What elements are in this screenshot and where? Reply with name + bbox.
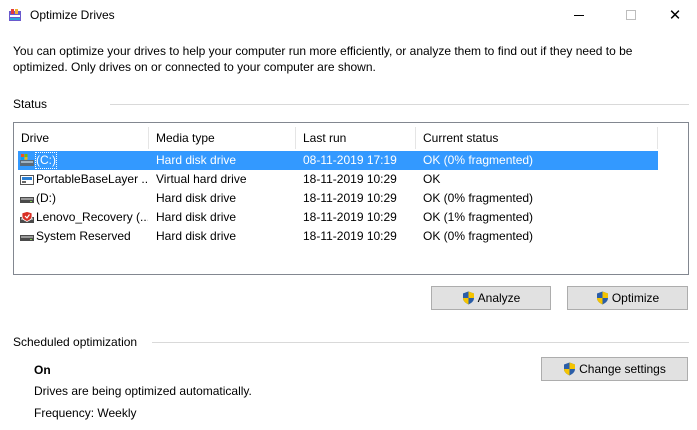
intro-text: You can optimize your drives to help you… (13, 44, 633, 74)
drive-row-system-reserved[interactable]: System Reserved Hard disk drive 18-11-20… (18, 227, 658, 246)
change-settings-button-label: Change settings (579, 362, 666, 376)
uac-shield-icon (462, 291, 474, 305)
analyze-button[interactable]: Analyze (431, 286, 551, 310)
drive-row-lenovo-recovery[interactable]: Lenovo_Recovery (... Hard disk drive 18-… (18, 208, 658, 227)
drive-list-header: Drive Media type Last run Current status (14, 127, 658, 149)
drive-name: (C:) (36, 153, 56, 167)
optimize-button-label: Optimize (611, 291, 660, 305)
status-label: Status (13, 97, 48, 111)
hard-drive-icon (20, 197, 34, 203)
media-type: Hard disk drive (156, 210, 237, 224)
optimize-drives-app-icon (9, 9, 21, 21)
close-icon: ✕ (668, 6, 682, 24)
drive-row-portablebaselayer[interactable]: PortableBaseLayer ... Virtual hard drive… (18, 170, 658, 189)
current-status: OK (1% fragmented) (423, 210, 534, 224)
drive-name: (D:) (36, 191, 56, 205)
schedule-state: On (34, 363, 51, 377)
last-run: 18-11-2019 10:29 (303, 191, 397, 205)
drive-name: PortableBaseLayer ... (36, 172, 148, 186)
schedule-frequency: Frequency: Weekly (34, 406, 137, 420)
column-header-current-status[interactable]: Current status (416, 127, 658, 149)
current-status: OK (0% fragmented) (423, 191, 534, 205)
analyze-button-label: Analyze (477, 291, 521, 305)
media-type: Hard disk drive (156, 229, 237, 243)
os-drive-icon (20, 154, 34, 166)
drive-row-d[interactable]: (D:) Hard disk drive 18-11-2019 10:29 OK… (18, 189, 658, 208)
maximize-icon (626, 10, 636, 20)
virtual-drive-icon (20, 175, 34, 185)
last-run: 08-11-2019 17:19 (303, 153, 397, 167)
drive-name: Lenovo_Recovery (... (36, 210, 148, 224)
status-divider (110, 104, 689, 105)
column-header-drive[interactable]: Drive (14, 127, 149, 149)
window-title: Optimize Drives (30, 8, 115, 22)
title-bar: Optimize Drives ✕ (0, 0, 697, 30)
media-type: Hard disk drive (156, 153, 237, 167)
change-settings-button[interactable]: Change settings (541, 357, 688, 381)
close-button[interactable]: ✕ (652, 0, 697, 30)
uac-shield-icon (596, 291, 608, 305)
drive-list[interactable]: Drive Media type Last run Current status… (13, 122, 689, 275)
drive-name: System Reserved (36, 229, 131, 243)
scheduled-divider (152, 342, 689, 343)
optimize-button[interactable]: Optimize (567, 286, 688, 310)
current-status: OK (0% fragmented) (423, 229, 534, 243)
current-status: OK (423, 172, 441, 186)
last-run: 18-11-2019 10:29 (303, 172, 397, 186)
media-type: Hard disk drive (156, 191, 237, 205)
column-header-last-run[interactable]: Last run (296, 127, 416, 149)
maximize-button (608, 0, 654, 30)
uac-shield-icon (564, 362, 576, 376)
drive-row-c[interactable]: (C:) Hard disk drive 08-11-2019 17:19 OK… (18, 151, 658, 170)
minimize-button[interactable] (556, 0, 602, 30)
scheduled-optimization-label: Scheduled optimization (13, 335, 138, 349)
last-run: 18-11-2019 10:29 (303, 210, 397, 224)
column-header-media-type[interactable]: Media type (149, 127, 296, 149)
media-type: Virtual hard drive (156, 172, 247, 186)
hard-drive-icon (20, 235, 34, 241)
minimize-icon (574, 14, 584, 16)
recovery-drive-icon (20, 211, 34, 223)
schedule-description: Drives are being optimized automatically… (34, 384, 252, 398)
last-run: 18-11-2019 10:29 (303, 229, 397, 243)
current-status: OK (0% fragmented) (423, 153, 534, 167)
